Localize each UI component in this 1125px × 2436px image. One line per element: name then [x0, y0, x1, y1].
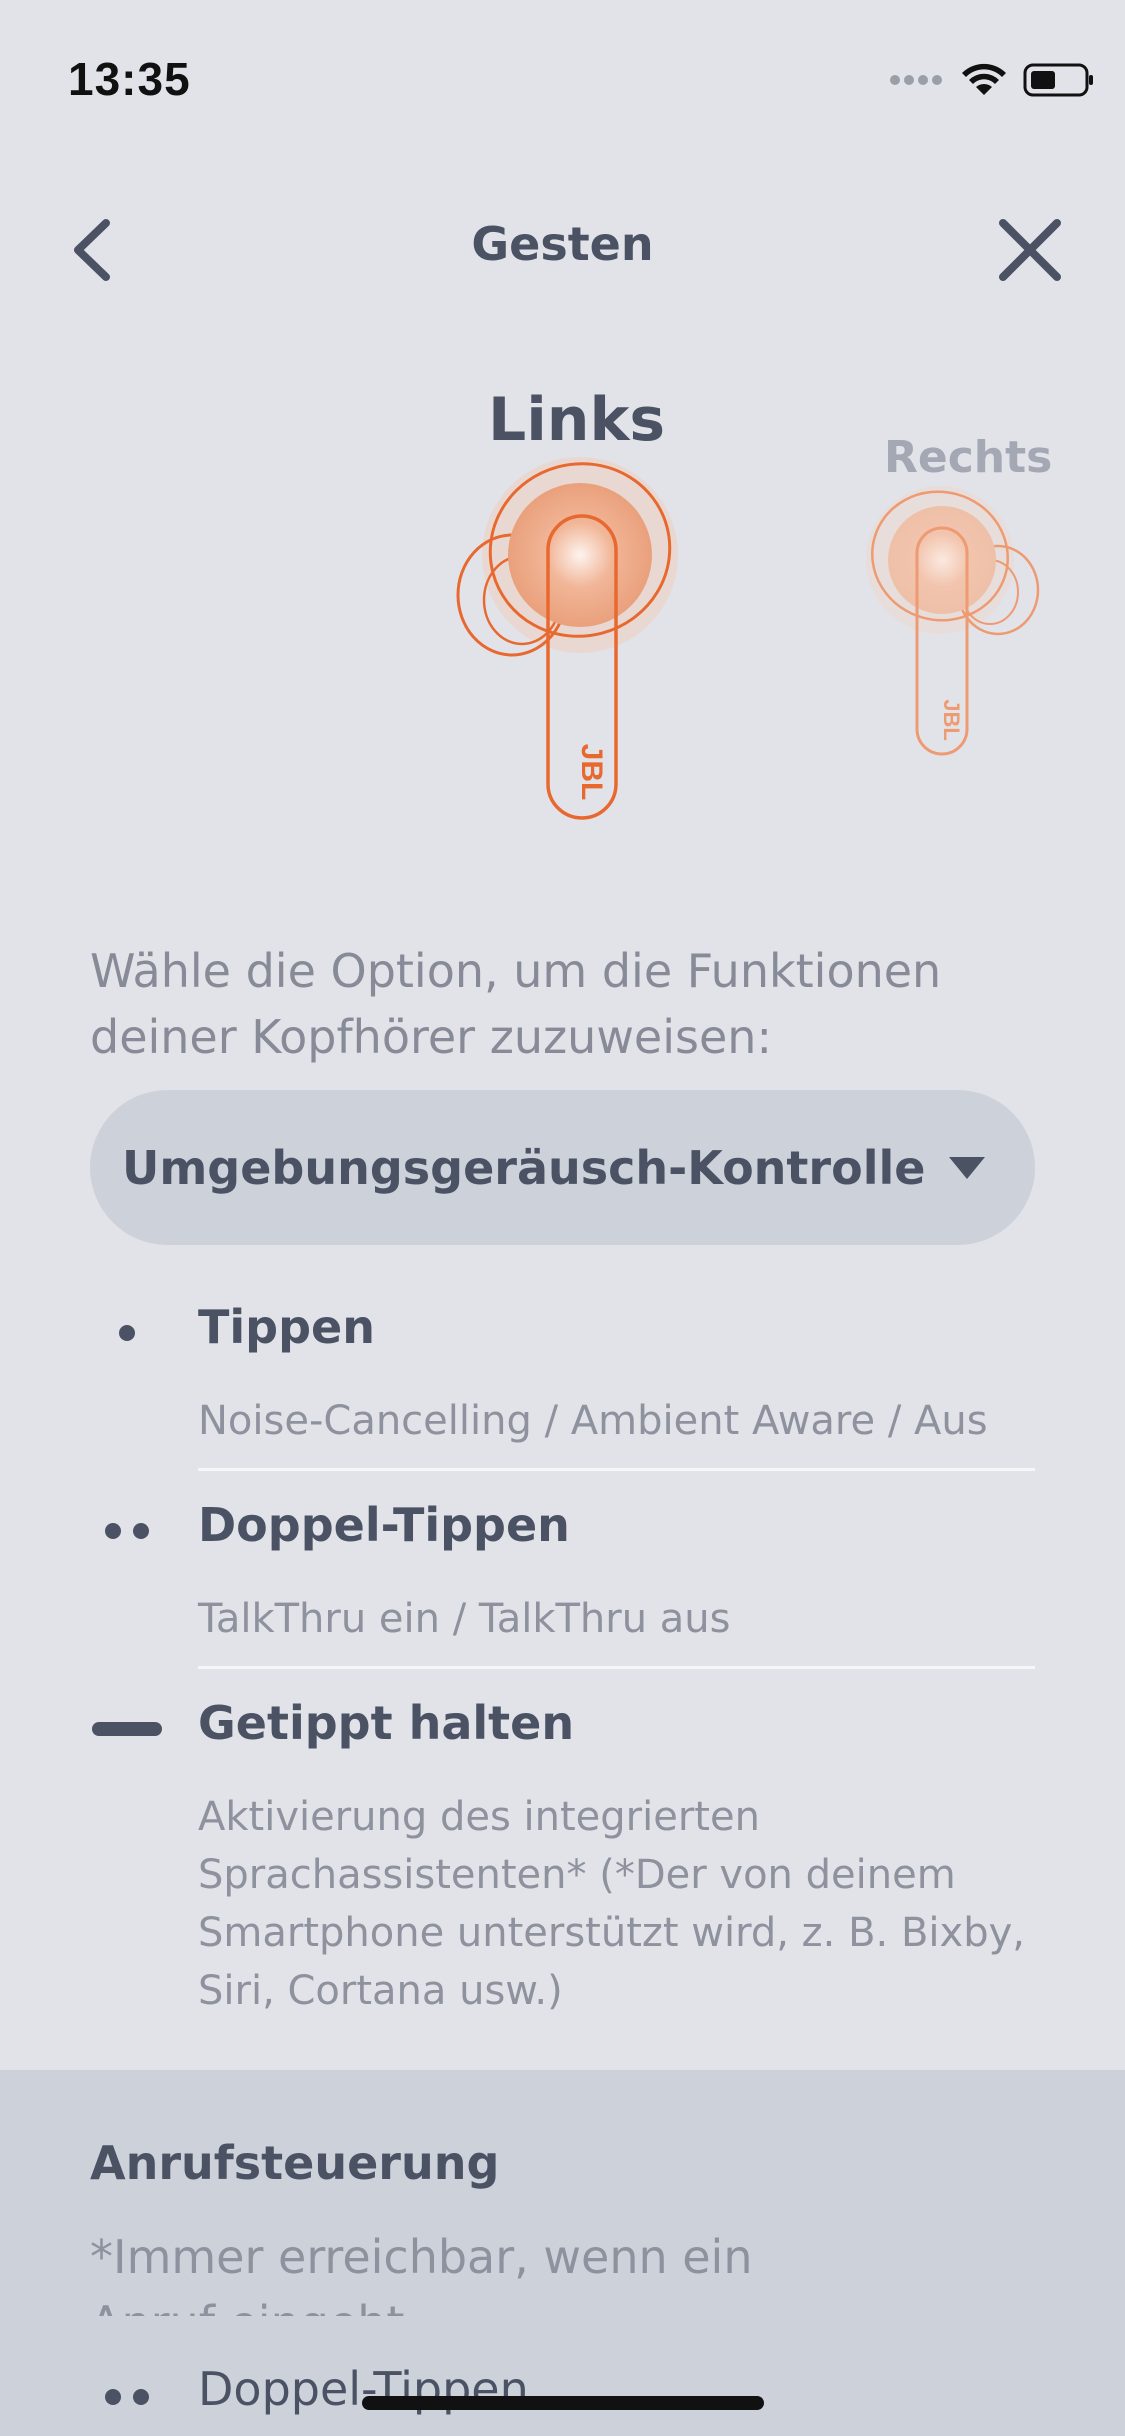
- right-earbud-image[interactable]: JBL: [860, 480, 1050, 760]
- call-control-note: *Immer erreichbar, wenn ein: [90, 2230, 753, 2284]
- tab-left-earbud[interactable]: Links: [488, 385, 665, 455]
- gesture-title: Getippt halten: [198, 1696, 575, 1750]
- left-earbud-image[interactable]: JBL: [440, 450, 700, 830]
- divider: [198, 1468, 1035, 1471]
- status-time: 13:35: [68, 53, 191, 105]
- caret-down-icon: [949, 1156, 985, 1179]
- gesture-description: Noise-Cancelling / Ambient Aware / Aus: [198, 1398, 988, 1444]
- divider: [198, 1666, 1035, 1669]
- nav-bar: Gesten: [0, 195, 1125, 305]
- instruction-text: Wähle die Option, um die Funktionen dein…: [90, 944, 942, 1064]
- call-control-note-continued: Anruf eingeht: [90, 2296, 404, 2316]
- gesture-title: Tippen: [198, 1300, 375, 1354]
- status-icons: [889, 62, 1095, 98]
- double-dot-icon: [105, 2389, 149, 2405]
- status-bar: 13:35: [0, 0, 1125, 150]
- gesture-title: Doppel-Tippen: [198, 1498, 570, 1552]
- page-title: Gesten: [471, 217, 654, 271]
- gesture-description: TalkThru ein / TalkThru aus: [198, 1596, 731, 1642]
- home-indicator[interactable]: [362, 2396, 764, 2410]
- close-button[interactable]: [995, 215, 1065, 285]
- section-title: Anrufsteuerung: [90, 2136, 500, 2190]
- close-icon: [999, 219, 1061, 281]
- gesture-description: Aktivierung des integrierten Sprachassis…: [198, 1794, 1025, 2014]
- brand-text-right: JBL: [939, 699, 964, 741]
- hold-bar-icon: [92, 1722, 162, 1736]
- brand-text: JBL: [575, 744, 608, 801]
- signal-icon: [890, 75, 942, 85]
- call-control-section: Anrufsteuerung *Immer erreichbar, wenn e…: [0, 2070, 1125, 2436]
- dropdown-selected-value: Umgebungsgeräusch-Kontrolle: [122, 1140, 926, 1195]
- double-dot-icon: [105, 1523, 149, 1539]
- battery-icon: [1023, 63, 1093, 97]
- wifi-icon: [962, 63, 1006, 95]
- single-dot-icon: [119, 1325, 135, 1341]
- tab-right-earbud[interactable]: Rechts: [884, 432, 1052, 483]
- function-dropdown[interactable]: Umgebungsgeräusch-Kontrolle: [90, 1090, 1035, 1245]
